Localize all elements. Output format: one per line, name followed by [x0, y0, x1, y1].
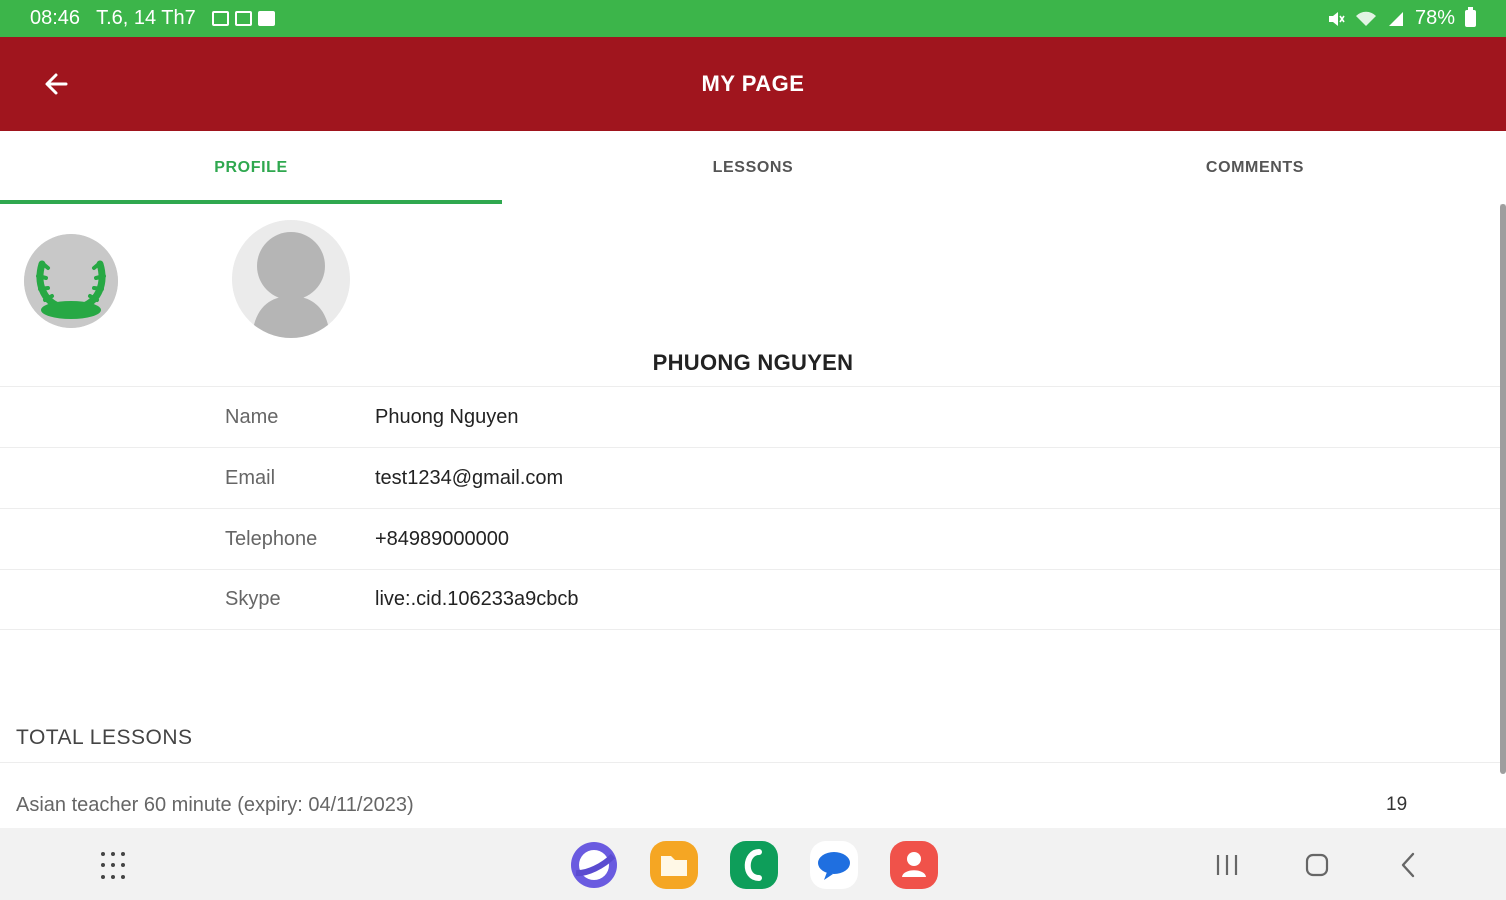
grid-dot — [121, 863, 125, 868]
mute-icon — [1328, 11, 1345, 26]
grid-dot — [101, 852, 105, 856]
gallery-notification-icon — [211, 11, 229, 26]
school-logo — [24, 234, 118, 328]
battery-percent: 78% — [1414, 7, 1455, 29]
messages-icon[interactable] — [809, 840, 859, 890]
outlook-notification-icon — [257, 11, 275, 26]
tab-lessons[interactable]: LESSONS — [502, 131, 1004, 204]
info-value: +84989000000 — [375, 527, 510, 550]
section-divider — [0, 762, 1500, 763]
recent-apps-icon — [1216, 855, 1238, 875]
info-row-name: Name Phuong Nguyen — [0, 386, 1500, 447]
total-lessons-title: TOTAL LESSONS — [16, 726, 193, 749]
grid-dot — [101, 874, 105, 879]
tab-profile[interactable]: PROFILE — [0, 131, 502, 204]
contacts-icon[interactable] — [889, 840, 939, 890]
lesson-package-count: 19 — [1386, 794, 1408, 815]
home-icon — [1305, 853, 1329, 877]
arrow-left-icon — [45, 73, 68, 95]
tab-comments[interactable]: COMMENTS — [1004, 131, 1506, 204]
info-value: Phuong Nguyen — [375, 405, 519, 428]
gmail-notification-icon — [234, 11, 252, 26]
grid-dot — [101, 863, 105, 868]
profile-info-table: Name Phuong Nguyen Email test1234@gmail.… — [0, 386, 1500, 630]
info-row-telephone: Telephone +84989000000 — [0, 508, 1500, 569]
info-label: Skype — [225, 588, 281, 610]
system-nav-bar — [0, 828, 1506, 900]
status-time: 08:46 — [30, 7, 81, 29]
grid-dot — [121, 874, 125, 879]
info-value: test1234@gmail.com — [375, 466, 564, 489]
chevron-left-icon — [1401, 852, 1415, 878]
info-value: live:.cid.106233a9cbcb — [375, 588, 579, 610]
laurel-wreath-icon — [24, 234, 118, 328]
tab-bar: PROFILE LESSONS COMMENTS — [0, 131, 1506, 204]
lesson-package-row: Asian teacher 60 minute (expiry: 04/11/2… — [0, 789, 1500, 821]
phone-app-icon[interactable] — [729, 840, 779, 890]
status-date: T.6, 14 Th7 — [96, 7, 196, 29]
info-label: Name — [225, 405, 279, 428]
battery-icon — [1465, 7, 1476, 27]
info-label: Email — [225, 466, 276, 489]
my-files-icon[interactable] — [649, 840, 699, 890]
back-button[interactable] — [36, 65, 76, 105]
grid-dot — [121, 852, 125, 856]
info-row-email: Email test1234@gmail.com — [0, 447, 1500, 508]
signal-icon — [1388, 11, 1403, 26]
page-title: MY PAGE — [701, 71, 805, 96]
grid-dot — [111, 863, 115, 868]
avatar — [232, 220, 350, 338]
grid-dot — [111, 852, 115, 856]
profile-display-name: PHUONG NGUYEN — [652, 350, 854, 375]
app-bar: MY PAGE — [0, 37, 1506, 131]
samsung-internet-icon[interactable] — [569, 840, 619, 890]
grid-dot — [111, 874, 115, 879]
user-silhouette-icon — [232, 220, 350, 338]
recent-apps-button[interactable] — [1210, 848, 1244, 882]
app-drawer-button[interactable] — [101, 852, 129, 880]
home-button[interactable] — [1300, 848, 1334, 882]
wifi-icon — [1355, 11, 1376, 26]
profile-content: PHUONG NGUYEN Name Phuong Nguyen Email t… — [0, 204, 1500, 828]
status-bar: 08:46 T.6, 14 Th7 78% — [0, 0, 1506, 37]
system-back-button[interactable] — [1392, 848, 1426, 882]
info-row-skype: Skype live:.cid.106233a9cbcb — [0, 569, 1500, 630]
info-label: Telephone — [225, 527, 318, 550]
scrollbar[interactable] — [1500, 204, 1506, 774]
lesson-package-name: Asian teacher 60 minute (expiry: 04/11/2… — [16, 793, 414, 816]
